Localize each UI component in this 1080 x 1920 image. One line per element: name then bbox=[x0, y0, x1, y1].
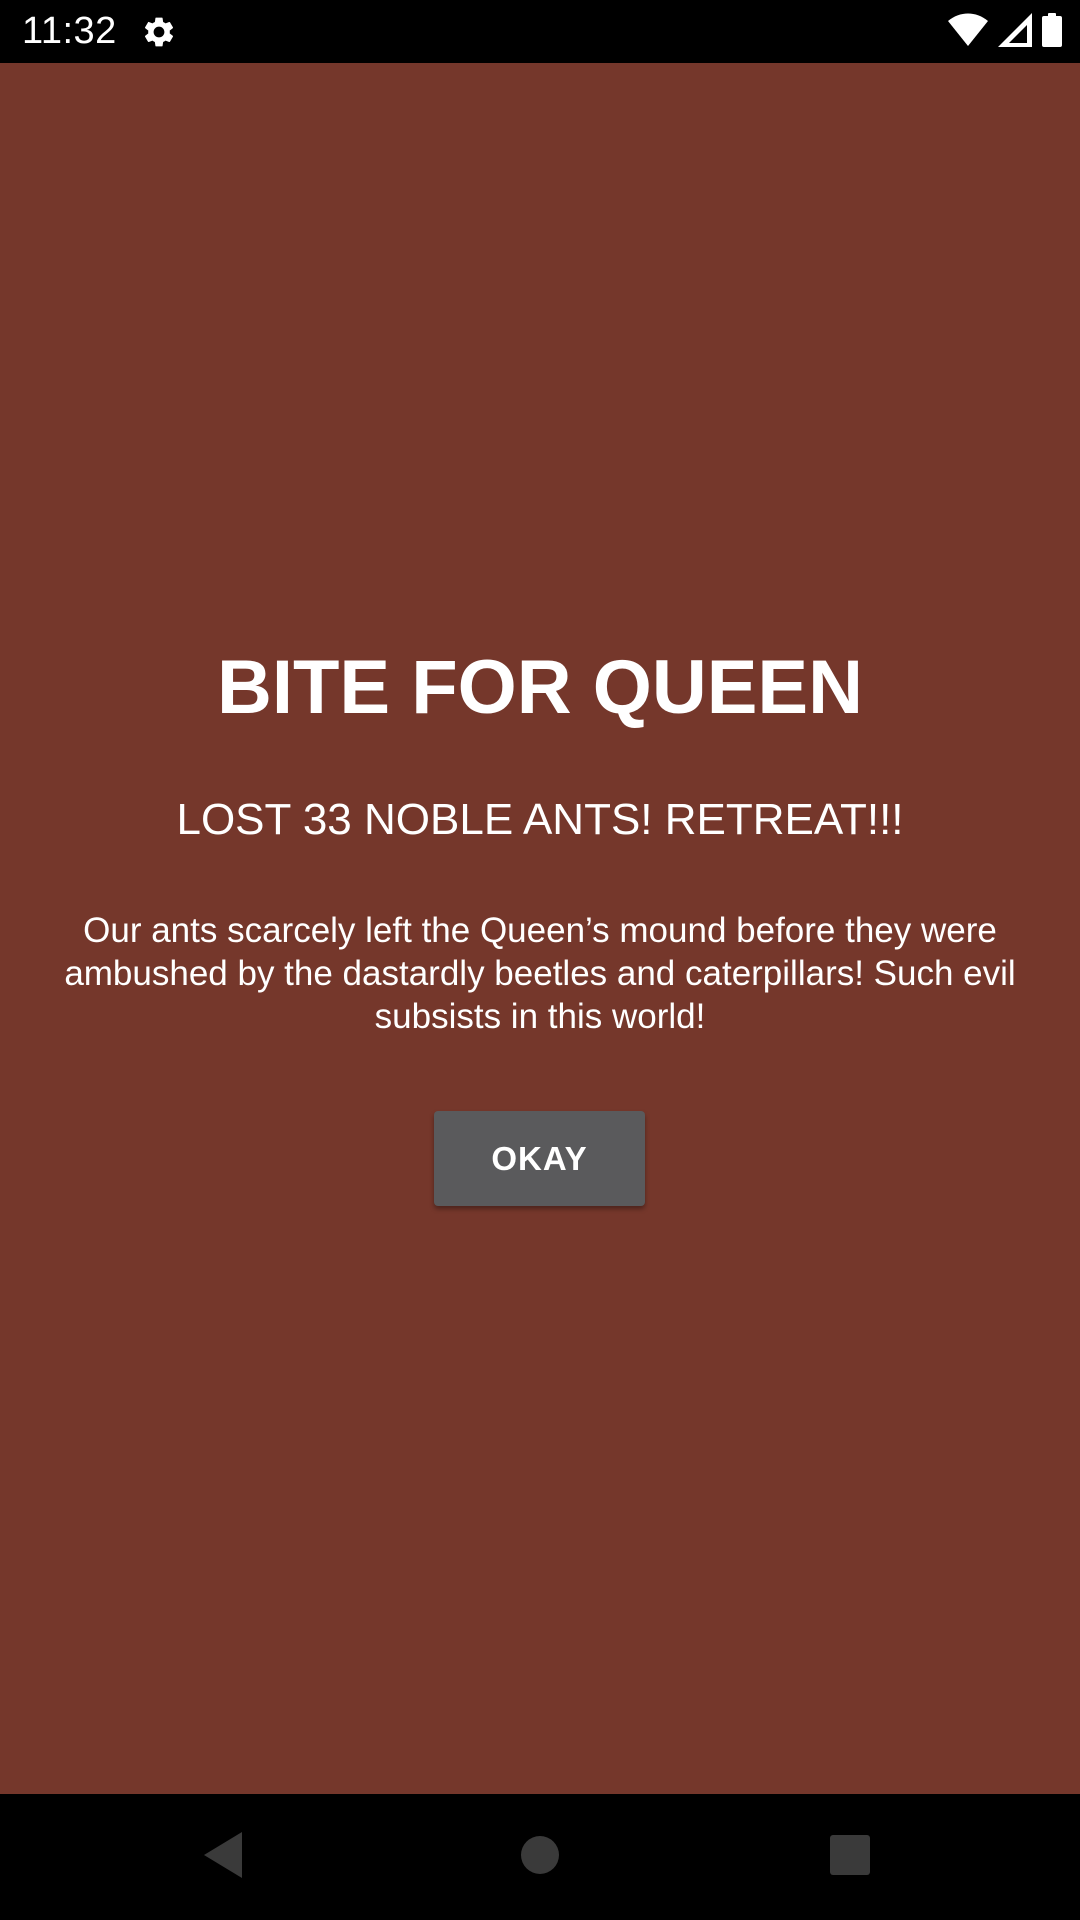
status-time: 11:32 bbox=[22, 10, 117, 52]
dialog-screen: BITE FOR QUEEN LOST 33 NOBLE ANTS! RETRE… bbox=[0, 63, 1080, 1794]
app-screen: 11:32 BITE FOR QUEEN LOST 33 NOBLE ANTS!… bbox=[0, 0, 1080, 1920]
status-icons bbox=[948, 12, 1062, 52]
status-bar: 11:32 bbox=[0, 0, 1080, 63]
home-button[interactable] bbox=[505, 1822, 575, 1892]
navigation-bar bbox=[0, 1794, 1080, 1920]
gear-icon bbox=[141, 14, 177, 50]
recents-icon bbox=[830, 1834, 870, 1880]
signal-icon bbox=[998, 12, 1032, 52]
back-icon bbox=[204, 1831, 246, 1883]
wifi-icon bbox=[948, 13, 988, 52]
okay-button[interactable]: OKAY bbox=[434, 1111, 645, 1206]
result-message: Our ants scarcely left the Queen’s mound… bbox=[64, 911, 1016, 1036]
home-icon bbox=[520, 1835, 560, 1880]
result-subtitle: LOST 33 NOBLE ANTS! RETREAT!!! bbox=[176, 795, 904, 844]
page-title: BITE FOR QUEEN bbox=[216, 645, 864, 730]
back-button[interactable] bbox=[190, 1822, 260, 1892]
recents-button[interactable] bbox=[815, 1822, 885, 1892]
battery-icon bbox=[1042, 12, 1062, 52]
